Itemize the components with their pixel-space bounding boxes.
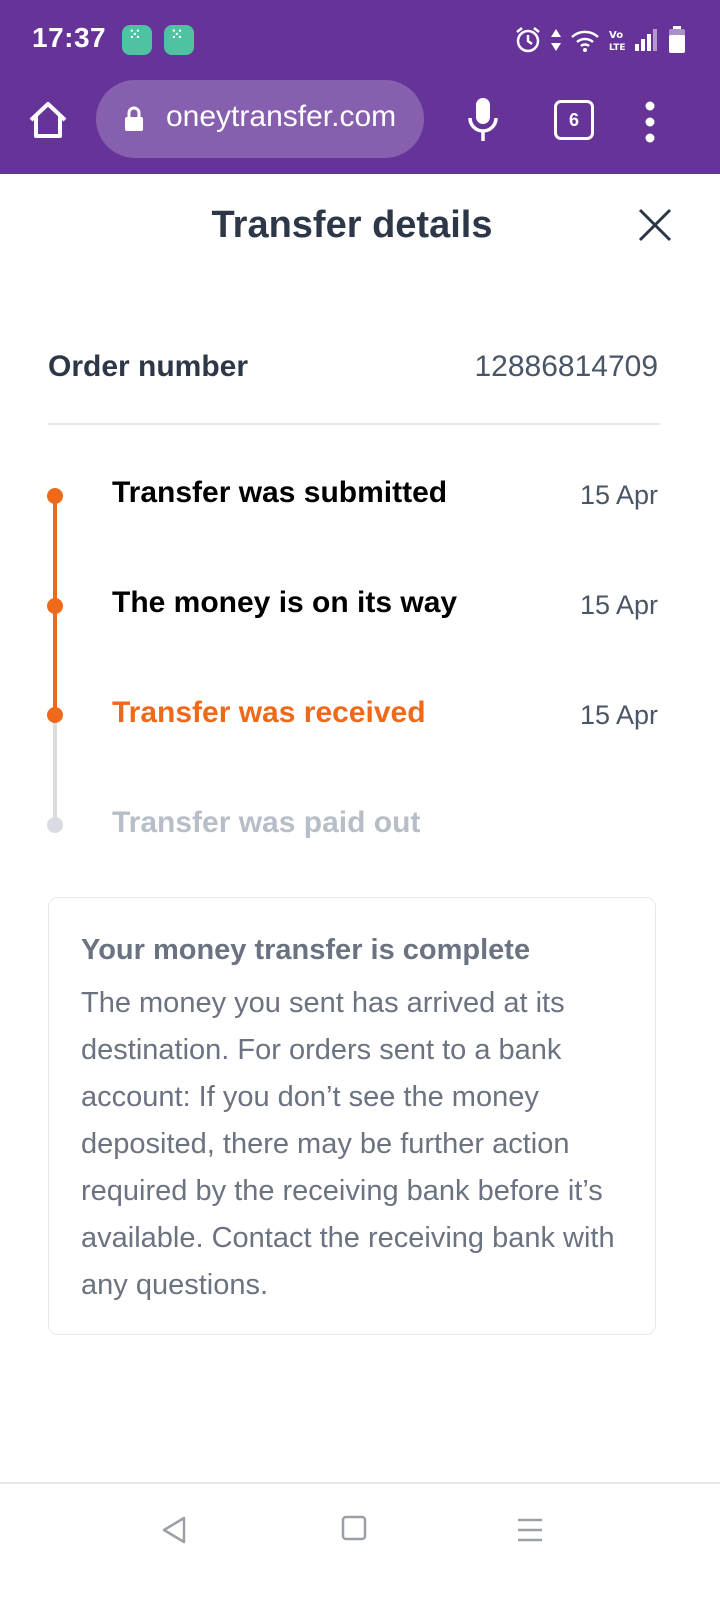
step-on-its-way: The money is on its way <box>112 586 458 619</box>
status-time: 17:37 <box>32 22 107 53</box>
svg-text:LTE: LTE <box>609 43 626 53</box>
divider <box>48 423 660 425</box>
transfer-timeline: Transfer was submitted 15 Apr The money … <box>0 460 720 880</box>
notice-body: The money you sent has arrived at its de… <box>81 987 615 1301</box>
completion-notice: Your money transfer is complete The mone… <box>48 897 656 1335</box>
step-submitted: Transfer was submitted <box>112 476 448 509</box>
step-received: Transfer was received <box>112 696 426 729</box>
address-bar[interactable]: oneytransfer.com <box>96 80 424 158</box>
timeline-dot-done <box>47 488 63 504</box>
home-square-icon[interactable] <box>340 1514 368 1542</box>
lock-icon <box>125 106 143 131</box>
status-bar: 17:37 ⁙ ⁙ Vo LTE <box>0 0 720 80</box>
tabs-icon[interactable]: 6 <box>554 100 594 140</box>
signal-icon <box>635 29 657 51</box>
timeline-dot-pending <box>47 817 63 833</box>
more-vertical-icon[interactable] <box>640 98 660 146</box>
svg-text:Vo: Vo <box>609 30 623 41</box>
mic-icon[interactable] <box>466 96 500 144</box>
browser-header: 17:37 ⁙ ⁙ Vo LTE oneytransfer.com 6 <box>0 0 720 174</box>
battery-icon <box>669 26 685 53</box>
timeline-dot-done <box>47 598 63 614</box>
alarm-icon <box>516 27 540 53</box>
home-icon[interactable] <box>26 98 70 142</box>
recents-icon[interactable] <box>514 1514 546 1546</box>
data-arrows-icon <box>551 29 561 51</box>
wifi-icon <box>571 30 599 52</box>
url-text: oneytransfer.com <box>166 100 397 133</box>
step-on-its-way-date: 15 Apr <box>579 590 658 620</box>
app-notification-icon: ⁙ <box>122 25 152 55</box>
step-received-date: 15 Apr <box>579 700 658 730</box>
timeline-pending-line <box>53 715 57 825</box>
timeline-dot-current <box>47 707 63 723</box>
browser-toolbar: oneytransfer.com 6 <box>0 80 720 174</box>
notice-title: Your money transfer is complete <box>81 934 531 966</box>
app-notification-icon: ⁙ <box>164 25 194 55</box>
step-paid-out: Transfer was paid out <box>112 806 421 839</box>
android-nav-bar <box>0 1482 720 1602</box>
order-number-value: 12886814709 <box>474 350 658 383</box>
page-title: Transfer details <box>211 204 493 246</box>
order-number-label: Order number <box>48 350 249 383</box>
volte-icon: Vo LTE <box>609 30 626 53</box>
close-icon[interactable] <box>634 204 676 246</box>
step-submitted-date: 15 Apr <box>579 480 658 510</box>
back-icon[interactable] <box>158 1514 190 1546</box>
system-icons: Vo LTE <box>514 22 686 58</box>
